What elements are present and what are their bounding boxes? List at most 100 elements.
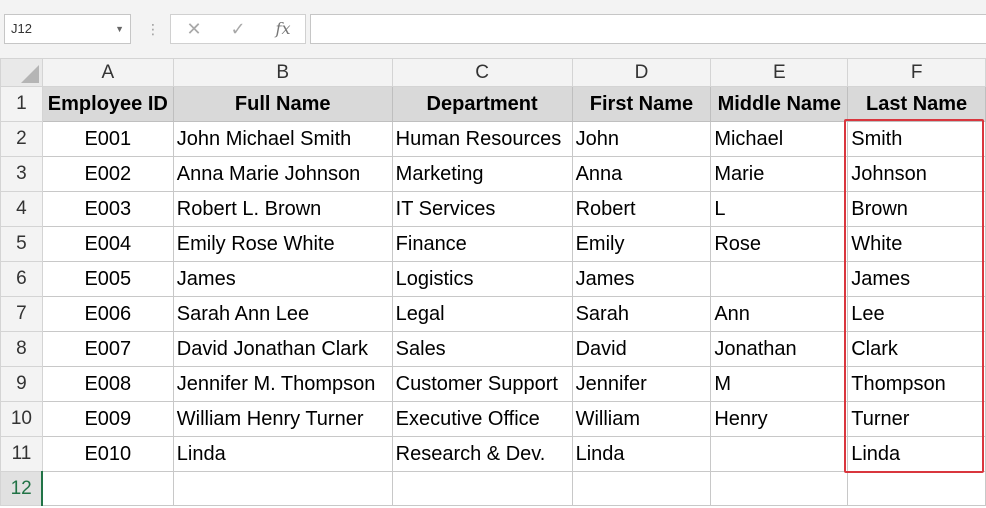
chevron-down-icon[interactable]: ▼ <box>115 15 124 43</box>
table-row: 8 E007 David Jonathan Clark Sales David Jonat… <box>0 331 986 367</box>
cell[interactable]: Executive Office <box>391 401 573 437</box>
cell[interactable]: Logistics <box>391 261 573 297</box>
column-header-a[interactable]: A <box>41 58 174 87</box>
column-header-d[interactable]: D <box>571 58 712 87</box>
column-header-e[interactable]: E <box>710 58 849 87</box>
column-header-b[interactable]: B <box>172 58 393 87</box>
cell[interactable]: Thompson <box>847 366 986 402</box>
cell[interactable]: E001 <box>41 121 174 157</box>
row-header-4[interactable]: 4 <box>0 191 43 227</box>
cell[interactable]: Robert L. Brown <box>172 191 393 227</box>
name-box[interactable]: J12 ▼ <box>4 14 131 44</box>
cell[interactable]: Marketing <box>391 156 573 192</box>
cell[interactable] <box>847 471 986 506</box>
cell[interactable]: Finance <box>391 226 573 262</box>
cell[interactable] <box>710 436 849 472</box>
cell[interactable]: Jennifer M. Thompson <box>172 366 393 402</box>
cell[interactable]: E003 <box>41 191 174 227</box>
cell[interactable]: Sarah <box>571 296 712 332</box>
select-all-corner[interactable] <box>0 58 43 87</box>
cell[interactable]: Clark <box>847 331 986 367</box>
cell[interactable]: William <box>571 401 712 437</box>
row-header-6[interactable]: 6 <box>0 261 43 297</box>
cell[interactable]: Brown <box>847 191 986 227</box>
row-header-1[interactable]: 1 <box>0 86 43 122</box>
cell[interactable]: White <box>847 226 986 262</box>
cell[interactable] <box>172 471 393 506</box>
cell[interactable]: John <box>571 121 712 157</box>
cell[interactable]: M <box>710 366 849 402</box>
cell[interactable]: Jonathan <box>710 331 849 367</box>
cell[interactable]: E006 <box>41 296 174 332</box>
cell[interactable]: Human Resources <box>391 121 573 157</box>
header-cell[interactable]: Department <box>391 86 573 122</box>
header-cell[interactable]: Middle Name <box>710 86 849 122</box>
cell[interactable]: Anna Marie Johnson <box>172 156 393 192</box>
cell[interactable] <box>710 471 849 506</box>
row-header-10[interactable]: 10 <box>0 401 43 437</box>
cell[interactable] <box>710 261 849 297</box>
column-header-c[interactable]: C <box>391 58 573 87</box>
enter-icon[interactable]: ✓ <box>221 15 255 43</box>
cell[interactable]: Robert <box>571 191 712 227</box>
cell[interactable]: Marie <box>710 156 849 192</box>
column-header-f[interactable]: F <box>847 58 986 87</box>
cell[interactable]: James <box>847 261 986 297</box>
cell[interactable]: Customer Support <box>391 366 573 402</box>
cell[interactable]: E007 <box>41 331 174 367</box>
header-cell[interactable]: Full Name <box>172 86 393 122</box>
cell[interactable]: E010 <box>41 436 174 472</box>
cell[interactable] <box>571 471 712 506</box>
cell[interactable]: John Michael Smith <box>172 121 393 157</box>
cell[interactable]: Lee <box>847 296 986 332</box>
cell[interactable]: E008 <box>41 366 174 402</box>
cell[interactable]: Legal <box>391 296 573 332</box>
row-header-9[interactable]: 9 <box>0 366 43 402</box>
cell[interactable]: Emily Rose White <box>172 226 393 262</box>
table-row: 9 E008 Jennifer M. Thompson Customer Suppor… <box>0 366 986 402</box>
cell[interactable]: E004 <box>41 226 174 262</box>
cell[interactable]: David Jonathan Clark <box>172 331 393 367</box>
row-header-8[interactable]: 8 <box>0 331 43 367</box>
cell[interactable]: L <box>710 191 849 227</box>
row-header-12[interactable]: 12 <box>0 471 44 506</box>
row-header-3[interactable]: 3 <box>0 156 43 192</box>
cell[interactable]: Jennifer <box>571 366 712 402</box>
row-header-2[interactable]: 2 <box>0 121 43 157</box>
cell[interactable]: Johnson <box>847 156 986 192</box>
cell[interactable]: Michael <box>710 121 849 157</box>
cell[interactable]: Turner <box>847 401 986 437</box>
formula-input[interactable] <box>310 14 986 44</box>
cell[interactable]: Sales <box>391 331 573 367</box>
header-cell[interactable]: Employee ID <box>41 86 174 122</box>
cell[interactable]: Linda <box>571 436 712 472</box>
cancel-icon[interactable]: ✕ <box>177 15 211 43</box>
cell[interactable]: William Henry Turner <box>172 401 393 437</box>
cell[interactable] <box>41 471 174 506</box>
cell[interactable]: Smith <box>847 121 986 157</box>
cell[interactable]: James <box>571 261 712 297</box>
cell[interactable]: E002 <box>41 156 174 192</box>
insert-function-icon[interactable]: fx <box>266 15 300 43</box>
header-cell[interactable]: First Name <box>571 86 712 122</box>
cell[interactable]: Linda <box>847 436 986 472</box>
row-header-11[interactable]: 11 <box>0 436 43 472</box>
header-cell[interactable]: Last Name <box>847 86 986 122</box>
drag-handle-icon[interactable]: ⋮ <box>146 18 160 40</box>
cell[interactable]: David <box>571 331 712 367</box>
cell[interactable]: E005 <box>41 261 174 297</box>
cell[interactable] <box>391 471 573 506</box>
cell[interactable]: Anna <box>571 156 712 192</box>
cell[interactable]: Linda <box>172 436 393 472</box>
cell[interactable]: Ann <box>710 296 849 332</box>
cell[interactable]: Henry <box>710 401 849 437</box>
row-header-7[interactable]: 7 <box>0 296 43 332</box>
cell[interactable]: Rose <box>710 226 849 262</box>
cell[interactable]: Research & Dev. <box>391 436 573 472</box>
row-header-5[interactable]: 5 <box>0 226 43 262</box>
cell[interactable]: James <box>172 261 393 297</box>
cell[interactable]: E009 <box>41 401 174 437</box>
cell[interactable]: IT Services <box>391 191 573 227</box>
cell[interactable]: Sarah Ann Lee <box>172 296 393 332</box>
cell[interactable]: Emily <box>571 226 712 262</box>
